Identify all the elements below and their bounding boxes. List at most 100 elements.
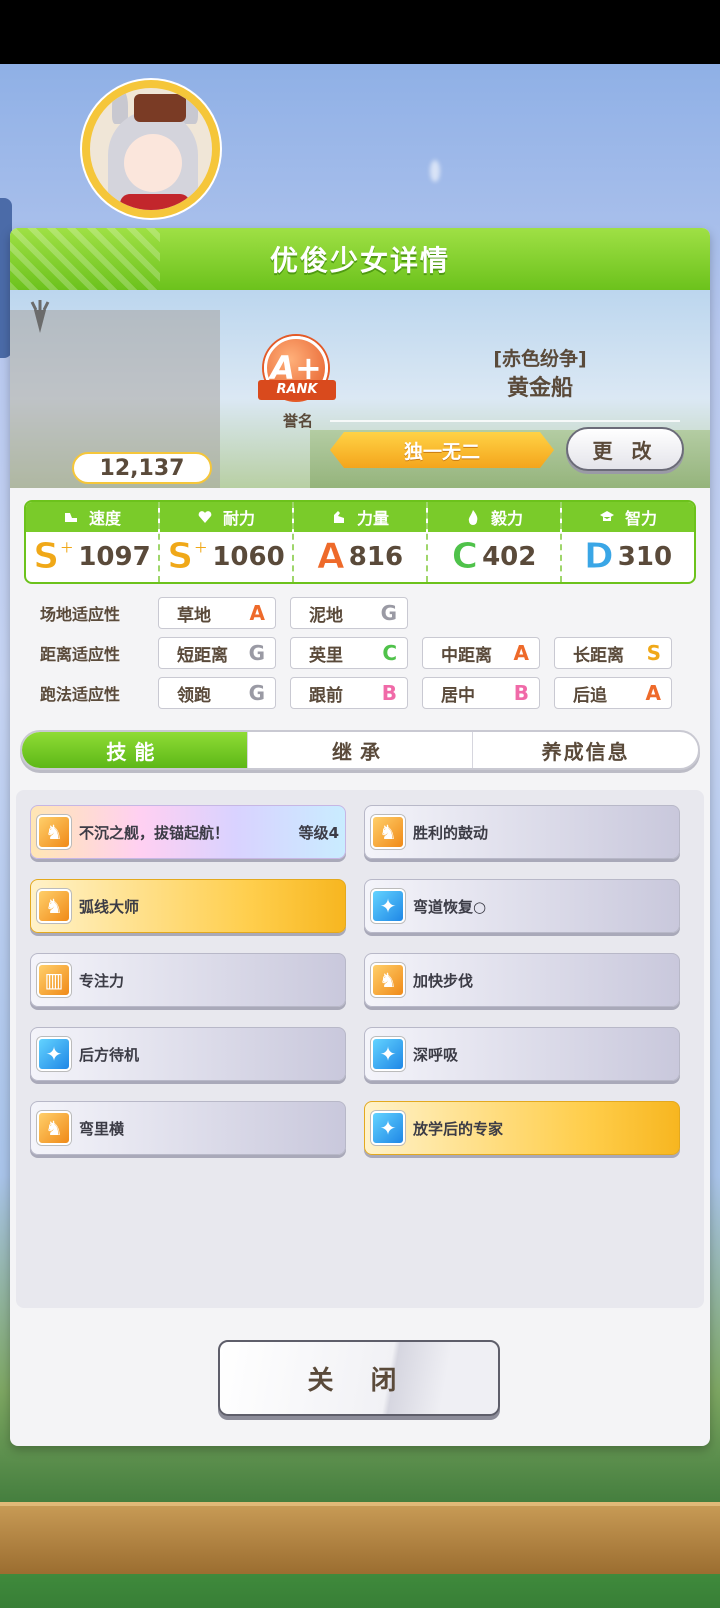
horseshoe-icon: ♞ xyxy=(37,1111,71,1145)
stat-power: 力量 A 816 xyxy=(294,502,428,582)
tab-training-info[interactable]: 养成信息 xyxy=(473,732,698,768)
dialog-header: 优俊少女详情 xyxy=(10,228,710,290)
skill-name: 弧线大师 xyxy=(79,897,140,916)
aptitude-medium: 中距离 A xyxy=(422,637,540,669)
distance-aptitude-label: 距离适应性 xyxy=(40,645,121,664)
skill-item[interactable]: ♞ 弧线大师 xyxy=(30,879,346,933)
skill-item[interactable]: ✦ 弯道恢复○ xyxy=(364,879,680,933)
rank-word: RANK xyxy=(258,380,336,400)
rank-label: 誉名 xyxy=(282,412,313,430)
stat-header: 耐力 xyxy=(160,502,292,532)
stat-grade: D xyxy=(583,536,614,577)
stat-header: 毅力 xyxy=(428,502,560,532)
character-avatar[interactable] xyxy=(82,80,220,218)
stat-label: 智力 xyxy=(624,509,657,528)
stat-speed: 速度 S+ 1097 xyxy=(26,502,160,582)
skill-item[interactable]: ▥ 专注力 xyxy=(30,953,346,1007)
skill-name: 加快步伐 xyxy=(413,971,474,990)
avatar-hat xyxy=(134,94,186,122)
stat-grade: C xyxy=(451,536,479,577)
stat-value: 402 xyxy=(482,542,537,572)
skill-name: 放学后的专家 xyxy=(413,1119,504,1138)
horseshoe-icon: ♞ xyxy=(37,889,71,923)
stats-panel: 速度 S+ 1097 耐力 S+ 1060 力量 A 816 毅力 C 402 … xyxy=(24,500,696,584)
divider xyxy=(330,420,680,422)
sparkle-icon: ✦ xyxy=(371,1037,405,1071)
stat-stamina: 耐力 S+ 1060 xyxy=(160,502,294,582)
carrot-icon xyxy=(30,300,50,333)
stat-value: 816 xyxy=(348,542,404,572)
aptitude-end-closer: 后追 A xyxy=(554,677,672,709)
rank-badge: A+ RANK xyxy=(258,336,336,412)
sparkle-icon: ✦ xyxy=(371,1111,405,1145)
stat-label: 耐力 xyxy=(222,509,255,528)
stat-grade: A xyxy=(316,536,345,577)
close-button[interactable]: 关 闭 xyxy=(218,1340,500,1416)
skill-item[interactable]: ✦ 放学后的专家 xyxy=(364,1101,680,1155)
stat-label: 力量 xyxy=(356,509,389,528)
skill-name: 胜利的鼓动 xyxy=(413,823,489,842)
skill-item[interactable]: ♞ 胜利的鼓动 xyxy=(364,805,680,859)
status-bar xyxy=(0,0,720,64)
skill-item[interactable]: ✦ 深呼吸 xyxy=(364,1027,680,1081)
strategy-aptitude-label: 跑法适应性 xyxy=(40,685,121,704)
sparkle-icon: ✦ xyxy=(37,1037,71,1071)
stat-wisdom: 智力 D 310 xyxy=(562,502,694,582)
fan-count: 12,137 xyxy=(72,452,212,484)
stat-value: 1097 xyxy=(78,542,151,572)
skill-item[interactable]: ♞ 不沉之舰，拔锚起航！ 等级4 xyxy=(30,805,346,859)
track-aptitude-label: 场地适应性 xyxy=(40,605,121,624)
shoe-icon xyxy=(63,509,79,525)
flame-icon xyxy=(465,509,481,525)
header-pattern xyxy=(10,228,160,290)
aptitude-turf: 草地 A xyxy=(158,597,276,629)
aptitude-front-runner: 领跑 G xyxy=(158,677,276,709)
skill-name: 弯道恢复○ xyxy=(413,897,487,916)
skill-item[interactable]: ✦ 后方待机 xyxy=(30,1027,346,1081)
aptitude-dirt: 泥地 G xyxy=(290,597,408,629)
avatar-face xyxy=(124,134,182,192)
grass xyxy=(0,1574,720,1608)
stat-guts: 毅力 C 402 xyxy=(428,502,562,582)
skill-name: 后方待机 xyxy=(79,1045,140,1064)
stat-header: 速度 xyxy=(26,502,158,532)
detail-tabs: 技能 继承 养成信息 xyxy=(20,730,700,770)
horseshoe-icon: ♞ xyxy=(371,815,405,849)
fence xyxy=(0,1502,720,1576)
stat-header: 力量 xyxy=(294,502,426,532)
strategy-aptitude-row: 跑法适应性 xyxy=(40,677,158,709)
horseshoe-icon: ♞ xyxy=(371,963,405,997)
skill-level: 等级4 xyxy=(298,823,339,842)
character-epithet: [赤色纷争] xyxy=(493,348,587,370)
skill-name: 深呼吸 xyxy=(413,1045,459,1064)
heart-icon xyxy=(197,509,213,525)
tab-skills[interactable]: 技能 xyxy=(22,732,248,768)
stat-grade: S+ xyxy=(33,536,75,577)
stat-header: 智力 xyxy=(562,502,694,532)
sparkle-icon: ✦ xyxy=(371,889,405,923)
muscle-icon xyxy=(331,509,347,525)
skill-name: 专注力 xyxy=(79,971,125,990)
gate-icon: ▥ xyxy=(37,963,71,997)
aptitude-pace-chaser: 跟前 B xyxy=(290,677,408,709)
skill-item[interactable]: ♞ 弯里横 xyxy=(30,1101,346,1155)
title-ribbon: 独一无二 xyxy=(330,432,554,468)
stat-value: 310 xyxy=(617,542,673,572)
graduation-cap-icon xyxy=(599,509,615,525)
track-aptitude-row: 场地适应性 xyxy=(40,597,158,629)
skill-name: 弯里横 xyxy=(79,1119,125,1138)
character-name: 黄金船 xyxy=(506,376,573,401)
aptitude-late-surger: 居中 B xyxy=(422,677,540,709)
stat-grade: S+ xyxy=(167,536,209,577)
horseshoe-icon: ♞ xyxy=(37,815,71,849)
aptitude-mile: 英里 C xyxy=(290,637,408,669)
dialog-title: 优俊少女详情 xyxy=(269,244,450,277)
aptitude-long: 长距离 S xyxy=(554,637,672,669)
aptitude-sprint: 短距离 G xyxy=(158,637,276,669)
change-title-button[interactable]: 更 改 xyxy=(566,427,684,471)
tab-inheritance[interactable]: 继承 xyxy=(248,732,474,768)
stat-value: 1060 xyxy=(212,542,285,572)
skill-item[interactable]: ♞ 加快步伐 xyxy=(364,953,680,1007)
skill-name: 不沉之舰，拔锚起航！ xyxy=(79,823,230,842)
stat-label: 速度 xyxy=(88,509,121,528)
